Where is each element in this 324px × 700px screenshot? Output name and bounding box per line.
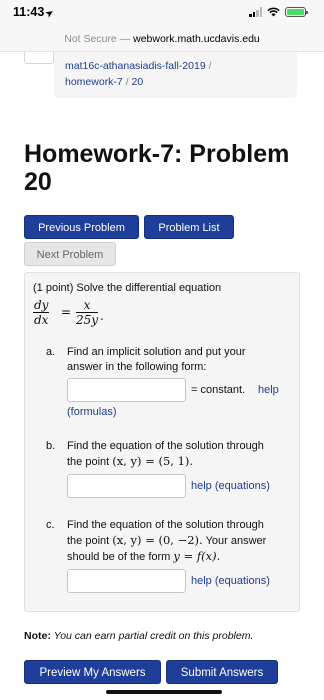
- part-b-point: (x, y) = (5, 1).: [112, 454, 194, 468]
- part-a-line1: Find an implicit solution and put your: [67, 346, 246, 358]
- part-c-line2-pre: the point: [67, 535, 110, 547]
- preview-answers-button[interactable]: Preview My Answers: [24, 660, 161, 684]
- fraction-denominator: dx: [34, 313, 49, 327]
- answer-b-input[interactable]: [67, 474, 186, 498]
- battery-icon: [285, 7, 308, 17]
- breadcrumb-separator: /: [208, 60, 212, 72]
- part-b-line1: Find the equation of the solution throug…: [67, 440, 264, 452]
- part-c-form: y = f(x).: [173, 549, 221, 563]
- security-label: Not Secure: [64, 33, 117, 45]
- breadcrumb-problem: 20: [131, 76, 144, 88]
- page-title: Homework-7: Problem 20: [24, 140, 290, 196]
- breadcrumb-separator: /: [125, 76, 129, 88]
- answer-c-input[interactable]: [67, 569, 186, 593]
- url-separator: —: [119, 33, 131, 45]
- part-c-line1: Find the equation of the solution throug…: [67, 519, 264, 531]
- part-c-line3-pre: should be of the form: [67, 551, 171, 563]
- breadcrumb-course-link[interactable]: mat16c-athanasiadis-fall-2019: [65, 60, 206, 72]
- breadcrumb-set-link[interactable]: homework-7: [65, 76, 123, 88]
- status-bar: 11:43➤: [0, 0, 324, 26]
- equations-help-link-c[interactable]: help (equations): [191, 575, 270, 587]
- status-time: 11:43➤: [13, 5, 56, 20]
- part-a-text: Find an implicit solution and put your a…: [67, 345, 295, 375]
- url-domain: webwork.math.ucdavis.edu: [133, 33, 260, 45]
- equations-help-link-b[interactable]: help (equations): [191, 480, 270, 492]
- home-indicator[interactable]: [106, 690, 222, 694]
- url-bar[interactable]: Not Secure — webwork.math.ucdavis.edu: [0, 26, 324, 52]
- previous-problem-button[interactable]: Previous Problem: [24, 215, 139, 239]
- equals-sign: =: [61, 305, 72, 319]
- part-c-point: (x, y) = (0, −2).: [112, 533, 203, 547]
- problem-intro: (1 point) Solve the differential equatio…: [33, 282, 222, 294]
- note-text: You can earn partial credit on this prob…: [53, 630, 254, 642]
- fraction-numerator: x: [76, 299, 99, 313]
- cellular-signal-icon: [249, 7, 262, 17]
- part-a-letter: a.: [46, 346, 56, 358]
- part-c-text: Find the equation of the solution throug…: [67, 518, 299, 565]
- fraction-dy-dx: dy dx: [33, 298, 50, 327]
- fraction-numerator: dy: [33, 298, 50, 313]
- help-link-a[interactable]: help: [258, 384, 279, 396]
- problem-list-button[interactable]: Problem List: [144, 215, 234, 239]
- clock-text: 11:43: [13, 5, 45, 19]
- breadcrumb: mat16c-athanasiadis-fall-2019 / homework…: [54, 52, 297, 98]
- fraction-denominator: 25y: [76, 313, 99, 327]
- part-b-line2-pre: the point: [67, 456, 110, 468]
- part-b-text: Find the equation of the solution throug…: [67, 439, 297, 470]
- equation-period: .: [100, 309, 104, 323]
- collapsed-menu-tab[interactable]: [24, 52, 54, 64]
- wifi-icon: [267, 7, 280, 17]
- part-c-letter: c.: [46, 519, 55, 531]
- submit-answers-button[interactable]: Submit Answers: [166, 660, 278, 684]
- location-arrow-icon: ➤: [43, 6, 56, 20]
- fraction-x-25y: x 25y: [76, 299, 99, 327]
- constant-label: = constant.: [191, 384, 246, 396]
- problem-panel: (1 point) Solve the differential equatio…: [24, 272, 300, 612]
- formulas-help-link[interactable]: (formulas): [67, 406, 117, 418]
- status-icons: [249, 7, 308, 17]
- note-label: Note:: [24, 630, 51, 642]
- next-problem-button[interactable]: Next Problem: [24, 242, 116, 266]
- part-b-letter: b.: [46, 440, 56, 452]
- partial-credit-note: Note: You can earn partial credit on thi…: [24, 630, 253, 642]
- part-a-line2: answer in the following form:: [67, 361, 207, 373]
- part-c-line2-post: Your answer: [205, 535, 267, 547]
- answer-a-input[interactable]: [67, 378, 186, 402]
